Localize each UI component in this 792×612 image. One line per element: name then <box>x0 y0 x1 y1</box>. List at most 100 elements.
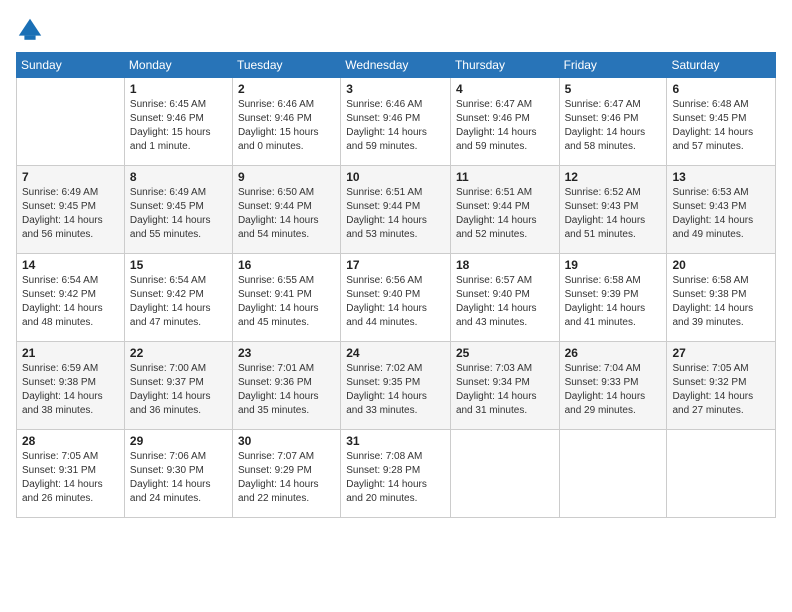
day-number: 16 <box>238 258 335 272</box>
day-number: 19 <box>565 258 662 272</box>
day-number: 22 <box>130 346 227 360</box>
calendar-week-row: 28 Sunrise: 7:05 AMSunset: 9:31 PMDayligh… <box>17 430 776 518</box>
day-number: 4 <box>456 82 554 96</box>
day-info: Sunrise: 6:48 AMSunset: 9:45 PMDaylight:… <box>672 98 770 154</box>
calendar-week-row: 1 Sunrise: 6:45 AMSunset: 9:46 PMDaylight… <box>17 78 776 166</box>
calendar-cell: 20 Sunrise: 6:58 AMSunset: 9:38 PMDayligh… <box>667 254 776 342</box>
day-info: Sunrise: 7:03 AMSunset: 9:34 PMDaylight:… <box>456 362 554 418</box>
day-info: Sunrise: 6:58 AMSunset: 9:38 PMDaylight:… <box>672 274 770 330</box>
day-info: Sunrise: 7:05 AMSunset: 9:31 PMDaylight:… <box>22 450 119 506</box>
calendar-cell: 28 Sunrise: 7:05 AMSunset: 9:31 PMDayligh… <box>17 430 125 518</box>
calendar-cell: 2 Sunrise: 6:46 AMSunset: 9:46 PMDaylight… <box>232 78 340 166</box>
calendar-cell: 5Sunrise: 6:47 AMSunset: 9:46 PMDaylight… <box>559 78 667 166</box>
day-info: Sunrise: 6:56 AMSunset: 9:40 PMDaylight:… <box>346 274 445 330</box>
calendar-header-row: SundayMondayTuesdayWednesdayThursdayFrid… <box>17 53 776 78</box>
day-info: Sunrise: 6:51 AMSunset: 9:44 PMDaylight:… <box>456 186 554 242</box>
day-info: Sunrise: 6:46 AMSunset: 9:46 PMDaylight:… <box>238 98 335 154</box>
calendar-cell: 14 Sunrise: 6:54 AMSunset: 9:42 PMDayligh… <box>17 254 125 342</box>
calendar-cell: 27 Sunrise: 7:05 AMSunset: 9:32 PMDayligh… <box>667 342 776 430</box>
day-info: Sunrise: 7:00 AMSunset: 9:37 PMDaylight:… <box>130 362 227 418</box>
day-number: 31 <box>346 434 445 448</box>
day-number: 13 <box>672 170 770 184</box>
day-info: Sunrise: 7:01 AMSunset: 9:36 PMDaylight:… <box>238 362 335 418</box>
day-number: 7 <box>22 170 119 184</box>
day-number: 18 <box>456 258 554 272</box>
calendar-cell: 25 Sunrise: 7:03 AMSunset: 9:34 PMDayligh… <box>450 342 559 430</box>
logo-icon <box>16 16 44 44</box>
calendar-cell: 30 Sunrise: 7:07 AMSunset: 9:29 PMDayligh… <box>232 430 340 518</box>
day-number: 20 <box>672 258 770 272</box>
day-number: 3 <box>346 82 445 96</box>
day-info: Sunrise: 6:52 AMSunset: 9:43 PMDaylight:… <box>565 186 662 242</box>
day-number: 2 <box>238 82 335 96</box>
day-info: Sunrise: 7:06 AMSunset: 9:30 PMDaylight:… <box>130 450 227 506</box>
calendar-cell: 7Sunrise: 6:49 AMSunset: 9:45 PMDaylight… <box>17 166 125 254</box>
day-number: 24 <box>346 346 445 360</box>
day-number: 1 <box>130 82 227 96</box>
calendar-cell: 24 Sunrise: 7:02 AMSunset: 9:35 PMDayligh… <box>341 342 451 430</box>
day-number: 28 <box>22 434 119 448</box>
day-info: Sunrise: 6:54 AMSunset: 9:42 PMDaylight:… <box>22 274 119 330</box>
day-info: Sunrise: 7:08 AMSunset: 9:28 PMDaylight:… <box>346 450 445 506</box>
calendar-cell: 9Sunrise: 6:50 AMSunset: 9:44 PMDaylight… <box>232 166 340 254</box>
day-number: 8 <box>130 170 227 184</box>
calendar-cell: 18 Sunrise: 6:57 AMSunset: 9:40 PMDayligh… <box>450 254 559 342</box>
calendar-week-row: 7 Sunrise: 6:49 AMSunset: 9:45 PMDaylight… <box>17 166 776 254</box>
day-number: 26 <box>565 346 662 360</box>
day-number: 30 <box>238 434 335 448</box>
calendar-cell <box>17 78 125 166</box>
calendar-cell: 4 Sunrise: 6:47 AMSunset: 9:46 PMDaylight… <box>450 78 559 166</box>
day-info: Sunrise: 6:47 AMSunset: 9:46 PMDaylight:… <box>456 98 554 154</box>
calendar-cell: 26Sunrise: 7:04 AMSunset: 9:33 PMDayligh… <box>559 342 667 430</box>
calendar-cell: 12 Sunrise: 6:52 AMSunset: 9:43 PMDayligh… <box>559 166 667 254</box>
calendar-cell: 23 Sunrise: 7:01 AMSunset: 9:36 PMDayligh… <box>232 342 340 430</box>
calendar-cell: 29 Sunrise: 7:06 AMSunset: 9:30 PMDayligh… <box>124 430 232 518</box>
day-info: Sunrise: 6:54 AMSunset: 9:42 PMDaylight:… <box>130 274 227 330</box>
day-number: 29 <box>130 434 227 448</box>
day-info: Sunrise: 6:55 AMSunset: 9:41 PMDaylight:… <box>238 274 335 330</box>
header-day-saturday: Saturday <box>667 53 776 78</box>
day-number: 25 <box>456 346 554 360</box>
calendar-cell: 21 Sunrise: 6:59 AMSunset: 9:38 PMDayligh… <box>17 342 125 430</box>
calendar-cell: 6 Sunrise: 6:48 AMSunset: 9:45 PMDaylight… <box>667 78 776 166</box>
calendar-cell: 17Sunrise: 6:56 AMSunset: 9:40 PMDayligh… <box>341 254 451 342</box>
calendar-cell <box>450 430 559 518</box>
calendar-cell: 19Sunrise: 6:58 AMSunset: 9:39 PMDayligh… <box>559 254 667 342</box>
day-info: Sunrise: 6:50 AMSunset: 9:44 PMDaylight:… <box>238 186 335 242</box>
day-number: 14 <box>22 258 119 272</box>
day-info: Sunrise: 6:45 AMSunset: 9:46 PMDaylight:… <box>130 98 227 154</box>
calendar-cell: 31 Sunrise: 7:08 AMSunset: 9:28 PMDayligh… <box>341 430 451 518</box>
calendar-cell: 13 Sunrise: 6:53 AMSunset: 9:43 PMDayligh… <box>667 166 776 254</box>
calendar-cell: 3 Sunrise: 6:46 AMSunset: 9:46 PMDaylight… <box>341 78 451 166</box>
header-day-monday: Monday <box>124 53 232 78</box>
day-info: Sunrise: 6:51 AMSunset: 9:44 PMDaylight:… <box>346 186 445 242</box>
day-number: 15 <box>130 258 227 272</box>
day-number: 5 <box>565 82 662 96</box>
calendar-cell <box>559 430 667 518</box>
day-number: 10 <box>346 170 445 184</box>
day-info: Sunrise: 6:46 AMSunset: 9:46 PMDaylight:… <box>346 98 445 154</box>
day-info: Sunrise: 6:57 AMSunset: 9:40 PMDaylight:… <box>456 274 554 330</box>
day-number: 23 <box>238 346 335 360</box>
calendar-cell <box>667 430 776 518</box>
header-day-friday: Friday <box>559 53 667 78</box>
calendar-cell: 11 Sunrise: 6:51 AMSunset: 9:44 PMDayligh… <box>450 166 559 254</box>
day-info: Sunrise: 6:59 AMSunset: 9:38 PMDaylight:… <box>22 362 119 418</box>
day-info: Sunrise: 7:07 AMSunset: 9:29 PMDaylight:… <box>238 450 335 506</box>
day-number: 11 <box>456 170 554 184</box>
header-day-sunday: Sunday <box>17 53 125 78</box>
calendar-cell: 22 Sunrise: 7:00 AMSunset: 9:37 PMDayligh… <box>124 342 232 430</box>
day-number: 21 <box>22 346 119 360</box>
day-info: Sunrise: 7:02 AMSunset: 9:35 PMDaylight:… <box>346 362 445 418</box>
day-info: Sunrise: 6:53 AMSunset: 9:43 PMDaylight:… <box>672 186 770 242</box>
header-day-tuesday: Tuesday <box>232 53 340 78</box>
day-info: Sunrise: 6:49 AMSunset: 9:45 PMDaylight:… <box>130 186 227 242</box>
header-day-wednesday: Wednesday <box>341 53 451 78</box>
day-number: 27 <box>672 346 770 360</box>
calendar-table: SundayMondayTuesdayWednesdayThursdayFrid… <box>16 52 776 518</box>
day-number: 6 <box>672 82 770 96</box>
day-number: 12 <box>565 170 662 184</box>
calendar-week-row: 21 Sunrise: 6:59 AMSunset: 9:38 PMDayligh… <box>17 342 776 430</box>
header-day-thursday: Thursday <box>450 53 559 78</box>
day-info: Sunrise: 7:05 AMSunset: 9:32 PMDaylight:… <box>672 362 770 418</box>
